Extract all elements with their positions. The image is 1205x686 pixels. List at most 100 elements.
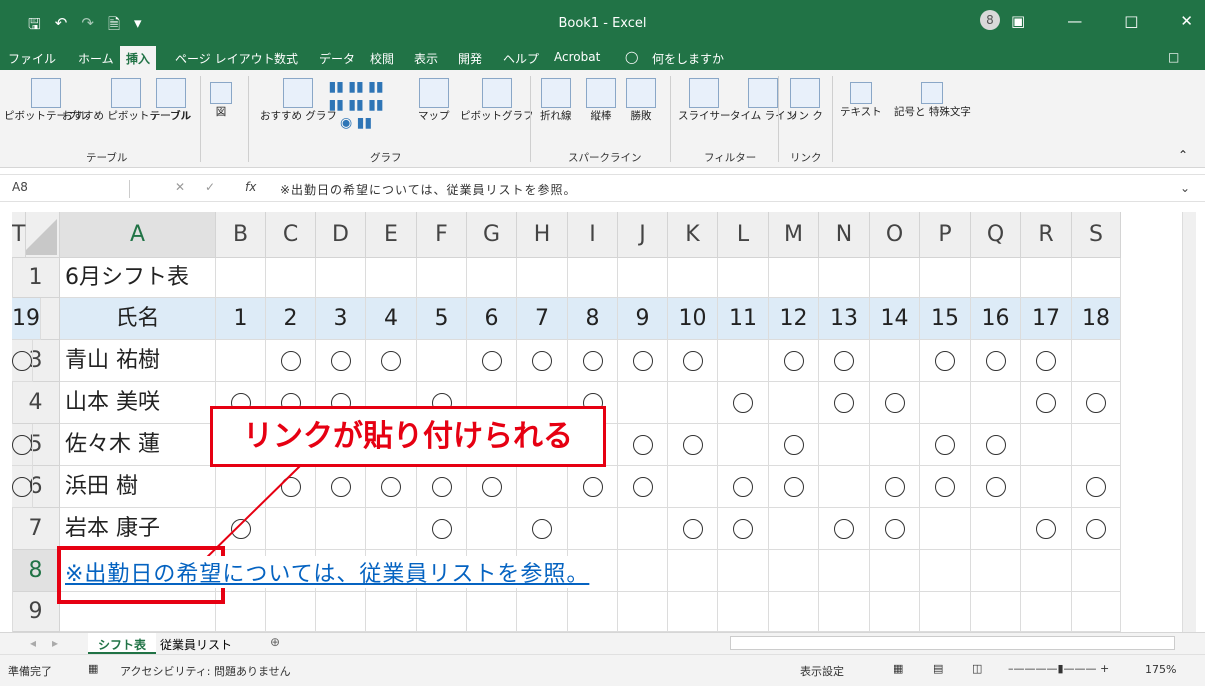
table-cell[interactable] — [718, 258, 769, 298]
table-cell[interactable] — [12, 258, 13, 298]
scroll-tabs-left-icon[interactable]: ◂ — [30, 636, 36, 650]
table-cell[interactable] — [769, 508, 819, 550]
table-cell[interactable] — [668, 340, 718, 382]
chart-types-small[interactable]: ▮▮ ▮▮ ▮▮ ▮▮ ▮▮ ▮▮ ◉ ▮▮ — [306, 78, 406, 136]
column-header[interactable]: B — [216, 212, 266, 258]
table-cell[interactable] — [1021, 424, 1072, 466]
table-cell[interactable] — [568, 508, 618, 550]
table-cell[interactable] — [668, 424, 718, 466]
column-header[interactable]: D — [316, 212, 366, 258]
table-cell[interactable]: 6 — [467, 298, 517, 340]
table-cell[interactable] — [1072, 424, 1121, 466]
table-cell[interactable] — [819, 424, 870, 466]
table-cell[interactable]: 4 — [366, 298, 417, 340]
tab-file[interactable]: ファイル — [8, 50, 56, 67]
symbols-button[interactable]: 記号と 特殊文字 — [894, 78, 971, 119]
table-cell[interactable] — [1021, 550, 1072, 592]
column-header[interactable]: L — [718, 212, 769, 258]
column-header[interactable]: E — [366, 212, 417, 258]
table-cell[interactable] — [467, 340, 517, 382]
table-cell[interactable] — [12, 466, 33, 508]
table-cell[interactable] — [618, 508, 668, 550]
employee-name-cell[interactable]: 山本 美咲 — [60, 382, 216, 424]
table-cell[interactable] — [870, 382, 920, 424]
table-cell[interactable] — [870, 340, 920, 382]
table-cell[interactable] — [870, 550, 920, 592]
collapse-ribbon-icon[interactable]: ⌃ — [1178, 148, 1188, 162]
table-cell[interactable] — [618, 592, 668, 632]
table-cell[interactable] — [1072, 592, 1121, 632]
page-layout-view-icon[interactable]: ▤ — [933, 662, 943, 675]
table-cell[interactable] — [568, 340, 618, 382]
column-header[interactable]: M — [769, 212, 819, 258]
tab-home[interactable]: ホーム — [78, 50, 114, 67]
table-cell[interactable] — [266, 466, 316, 508]
table-cell[interactable]: 7 — [517, 298, 568, 340]
table-cell[interactable] — [467, 466, 517, 508]
table-cell[interactable] — [920, 466, 971, 508]
employee-name-cell[interactable]: 青山 祐樹 — [60, 340, 216, 382]
table-cell[interactable] — [971, 550, 1021, 592]
table-cell[interactable] — [517, 508, 568, 550]
table-cell[interactable] — [618, 550, 668, 592]
row-header[interactable]: 7 — [12, 508, 60, 550]
table-cell[interactable]: 3 — [316, 298, 366, 340]
table-cell[interactable] — [266, 258, 316, 298]
horizontal-scrollbar[interactable] — [730, 636, 1175, 650]
tell-me-search[interactable]: 何をしますか — [652, 50, 724, 67]
tab-page-layout[interactable]: ページ レイアウト — [175, 50, 275, 67]
table-cell[interactable] — [769, 466, 819, 508]
ribbon-display-icon[interactable]: ▣ — [1011, 12, 1025, 30]
table-cell[interactable]: 5 — [417, 298, 467, 340]
table-cell[interactable] — [819, 592, 870, 632]
table-cell[interactable] — [870, 508, 920, 550]
table-cell[interactable]: 1 — [216, 298, 266, 340]
column-header[interactable]: T — [12, 212, 27, 258]
table-cell[interactable] — [618, 466, 668, 508]
table-cell[interactable] — [870, 258, 920, 298]
tab-developer[interactable]: 開発 — [458, 50, 482, 67]
map-button[interactable]: マップ — [418, 78, 450, 123]
column-header[interactable]: G — [467, 212, 517, 258]
display-settings[interactable]: 表示設定 — [800, 663, 844, 679]
account-avatar[interactable]: 8 — [980, 10, 1000, 30]
table-cell[interactable]: 14 — [870, 298, 920, 340]
sheet-tab-employees[interactable]: 従業員リスト — [160, 636, 232, 653]
column-header[interactable]: A — [60, 212, 216, 258]
table-cell[interactable] — [668, 258, 718, 298]
table-cell[interactable] — [12, 382, 13, 424]
table-cell[interactable]: 15 — [920, 298, 971, 340]
table-cell[interactable] — [819, 258, 870, 298]
table-cell[interactable] — [819, 508, 870, 550]
slicer-button[interactable]: スライサー — [678, 78, 731, 123]
column-header[interactable]: Q — [971, 212, 1021, 258]
table-cell[interactable] — [971, 258, 1021, 298]
table-cell[interactable] — [1021, 258, 1072, 298]
table-cell[interactable] — [1021, 508, 1072, 550]
table-cell[interactable] — [718, 550, 769, 592]
table-cell[interactable] — [517, 258, 568, 298]
table-cell[interactable] — [920, 550, 971, 592]
table-button[interactable]: テーブル — [150, 78, 191, 123]
table-cell[interactable] — [266, 340, 316, 382]
table-cell[interactable]: 6月シフト表 — [60, 258, 216, 298]
employee-name-cell[interactable]: 佐々木 蓮 — [60, 424, 216, 466]
table-cell[interactable] — [12, 508, 13, 550]
table-cell[interactable]: 12 — [769, 298, 819, 340]
comments-icon[interactable]: □ — [1168, 50, 1179, 64]
table-cell[interactable] — [467, 592, 517, 632]
table-cell[interactable] — [1072, 382, 1121, 424]
table-cell[interactable] — [1021, 382, 1072, 424]
tab-view[interactable]: 表示 — [414, 50, 438, 67]
normal-view-icon[interactable]: ▦ — [893, 662, 903, 675]
row-header[interactable]: 1 — [12, 258, 60, 298]
table-cell[interactable] — [718, 382, 769, 424]
table-cell[interactable] — [216, 258, 266, 298]
table-cell[interactable] — [366, 466, 417, 508]
employee-name-cell[interactable]: 浜田 樹 — [60, 466, 216, 508]
timeline-button[interactable]: タイム ライン — [730, 78, 796, 123]
table-cell[interactable]: 10 — [668, 298, 718, 340]
insert-function-icon[interactable]: fx — [245, 180, 256, 194]
name-box[interactable]: A8 — [12, 180, 130, 198]
table-cell[interactable] — [1072, 340, 1121, 382]
